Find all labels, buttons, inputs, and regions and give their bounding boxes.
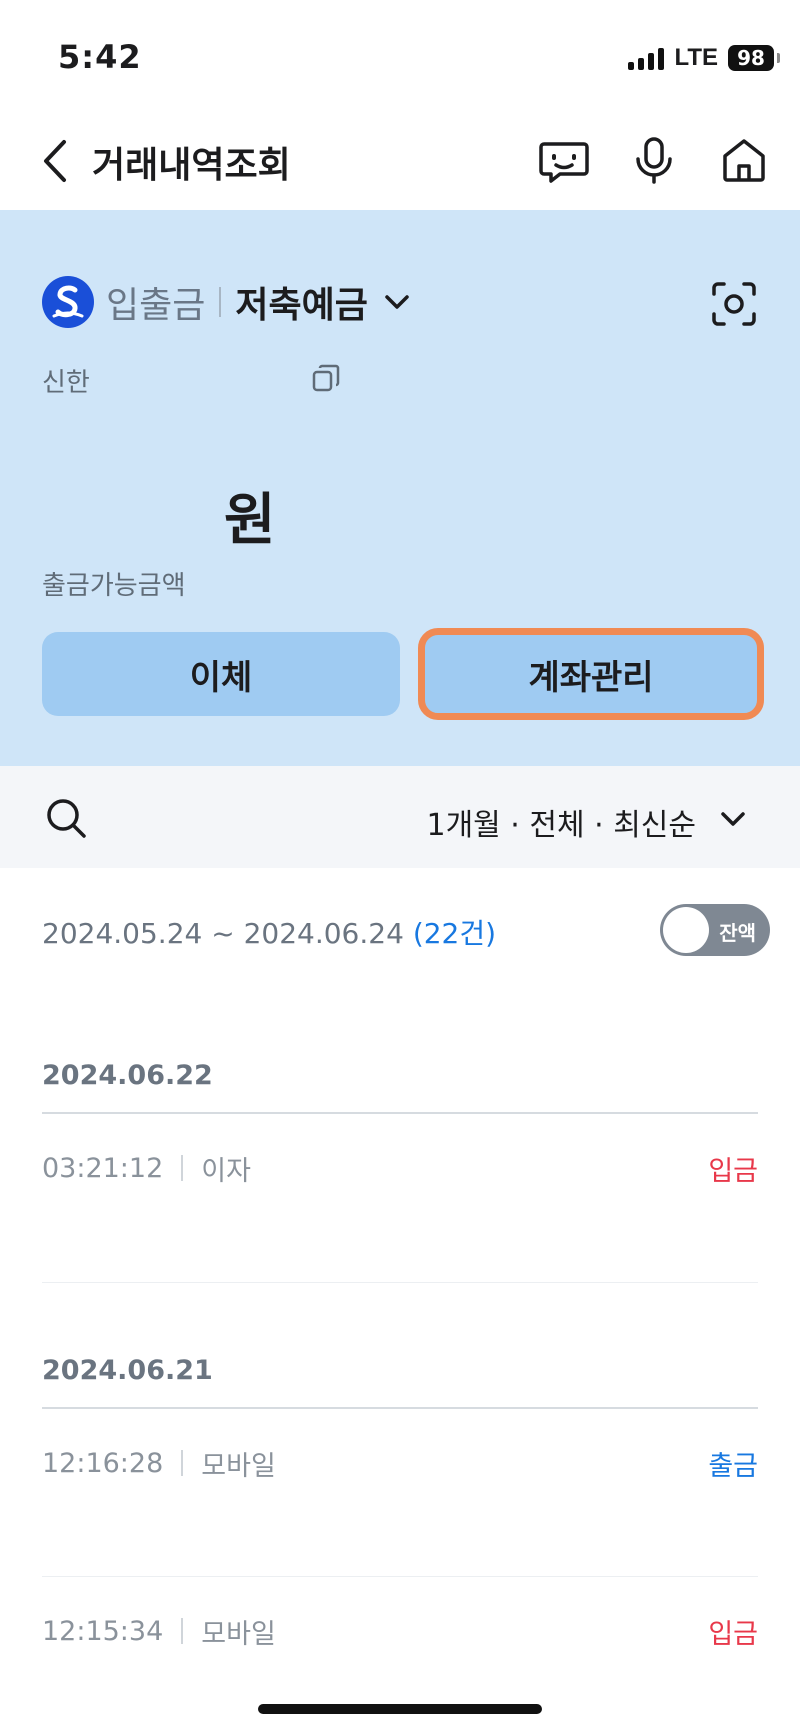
available-amount-label: 출금가능금액 (42, 571, 186, 601)
filter-selector[interactable]: 1개월 · 전체 · 최신순 (426, 800, 696, 844)
transaction-time: 12:15:34 (42, 1615, 164, 1647)
home-icon[interactable] (718, 134, 770, 186)
transaction-kind: 입금 (708, 1155, 758, 1187)
toggle-knob (663, 907, 709, 953)
status-time: 5:42 (58, 38, 142, 76)
account-name: 저축예금 (235, 285, 368, 326)
account-card: 입출금 저축예금 신한 원 출금가능금액 이체 계좌관리 (0, 210, 800, 766)
transaction-time: 03:21:12 (42, 1152, 164, 1184)
scan-icon[interactable] (710, 280, 758, 328)
divider (42, 1576, 758, 1577)
nav-bar: 거래내역조회 (0, 110, 800, 210)
divider (42, 1407, 758, 1409)
network-label: LTE (674, 44, 718, 71)
transaction-row[interactable]: 03:21:12 이자 입금 (42, 1148, 758, 1188)
divider (42, 1282, 758, 1283)
transaction-desc: 이자 (201, 1155, 251, 1187)
page-title: 거래내역조회 (92, 145, 291, 186)
chatbot-icon[interactable] (538, 134, 590, 186)
status-bar: 5:42 LTE 98 (0, 0, 800, 110)
account-selector[interactable]: 입출금 저축예금 (42, 276, 412, 328)
transaction-time: 12:16:28 (42, 1447, 164, 1479)
toggle-label: 잔액 (719, 921, 756, 945)
account-manage-button[interactable]: 계좌관리 (418, 628, 764, 720)
search-icon[interactable] (44, 796, 88, 840)
filter-bar: 1개월 · 전체 · 최신순 (0, 766, 800, 868)
copy-icon[interactable] (310, 362, 342, 394)
divider (181, 1618, 184, 1644)
date-header: 2024.06.21 (42, 1355, 213, 1386)
account-type: 입출금 (106, 285, 206, 326)
status-indicators: LTE 98 (628, 44, 780, 72)
divider (181, 1450, 184, 1476)
divider (181, 1155, 184, 1181)
chevron-down-icon (385, 295, 409, 309)
period-range: 2024.05.24 ~ 2024.06.24 (22건) (42, 912, 496, 952)
bank-name: 신한 (42, 368, 90, 398)
transaction-row[interactable]: 12:16:28 모바일 출금 (42, 1443, 758, 1483)
date-header: 2024.06.22 (42, 1060, 213, 1091)
divider (219, 287, 222, 317)
back-icon[interactable] (36, 136, 76, 186)
microphone-icon[interactable] (628, 134, 680, 186)
transaction-row[interactable]: 12:15:34 모바일 입금 (42, 1611, 758, 1651)
nav-actions (538, 134, 770, 186)
signal-icon (628, 46, 665, 70)
transaction-kind: 출금 (708, 1450, 758, 1482)
battery-icon: 98 (728, 45, 780, 71)
shinhan-logo-icon (42, 276, 94, 328)
home-indicator[interactable] (258, 1704, 542, 1714)
transfer-button[interactable]: 이체 (42, 632, 400, 716)
balance-unit: 원 (224, 488, 276, 553)
transaction-count: (22건) (412, 917, 497, 950)
balance-toggle[interactable]: 잔액 (660, 904, 770, 956)
transaction-desc: 모바일 (201, 1450, 276, 1482)
transaction-desc: 모바일 (201, 1618, 276, 1650)
divider (42, 1112, 758, 1114)
period-dates: 2024.05.24 ~ 2024.06.24 (42, 917, 404, 950)
transaction-kind: 입금 (708, 1618, 758, 1650)
chevron-down-icon[interactable] (718, 804, 748, 834)
